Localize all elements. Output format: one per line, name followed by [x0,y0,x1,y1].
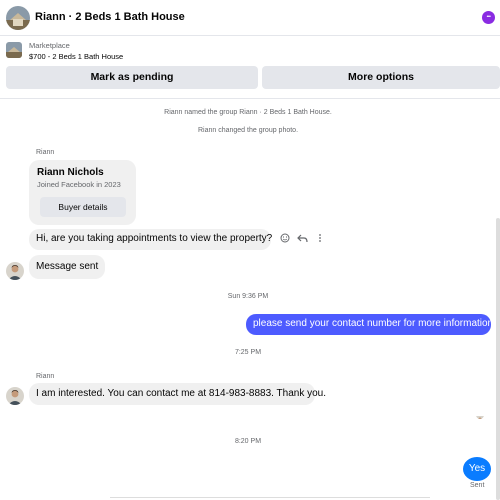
listing-thumbnail[interactable] [6,42,22,58]
seen-by-avatar [476,411,484,419]
timestamp: 7:25 PM [234,349,262,356]
system-message: Riann changed the group photo. [197,127,299,134]
listing-price-title[interactable]: $700 - 2 Beds 1 Bath House [29,52,123,61]
mark-as-pending-button[interactable]: Mark as pending [6,66,258,89]
buyer-joined-text: Joined Facebook in 2023 [37,180,121,189]
incoming-message[interactable]: Hi, are you taking appointments to view … [29,229,272,250]
sender-avatar[interactable] [6,387,24,405]
scrollbar-thumb[interactable] [496,218,500,500]
group-avatar[interactable] [6,6,30,30]
outgoing-message[interactable]: please send your contact number for more… [246,314,493,335]
sent-status: Sent [470,482,485,489]
incoming-message[interactable]: I am interested. You can contact me at 8… [29,383,326,405]
conversation-title[interactable]: Riann · 2 Beds 1 Bath House [35,11,185,23]
vertical-dots-icon[interactable] [315,233,325,245]
incoming-message[interactable]: Message sent [29,255,105,279]
buyer-name: Riann Nichols [37,167,104,178]
system-message: Riann named the group Riann · 2 Beds 1 B… [164,109,332,116]
message-thread[interactable]: Riann named the group Riann · 2 Beds 1 B… [0,100,500,500]
group-menu-icon[interactable] [482,11,495,24]
more-options-button[interactable]: More options [262,66,500,89]
sender-avatar[interactable] [6,262,24,280]
buyer-details-button[interactable]: Buyer details [40,197,126,217]
marketplace-label: Marketplace [29,41,70,50]
outgoing-message[interactable]: Yes [463,457,491,481]
sender-name: Riann [36,149,55,156]
timestamp: Sun 9:36 PM [227,293,269,300]
marketplace-listing-panel: Marketplace $700 - 2 Beds 1 Bath House M… [0,37,500,99]
buyer-profile-card: Riann Nichols Joined Facebook in 2023 Bu… [29,160,136,225]
timestamp: 8:20 PM [234,438,262,445]
reply-arrow-icon[interactable] [296,233,308,245]
conversation-header: Riann · 2 Beds 1 Bath House [0,0,500,36]
smiley-icon[interactable] [279,233,291,245]
sender-name: Riann [36,373,55,380]
